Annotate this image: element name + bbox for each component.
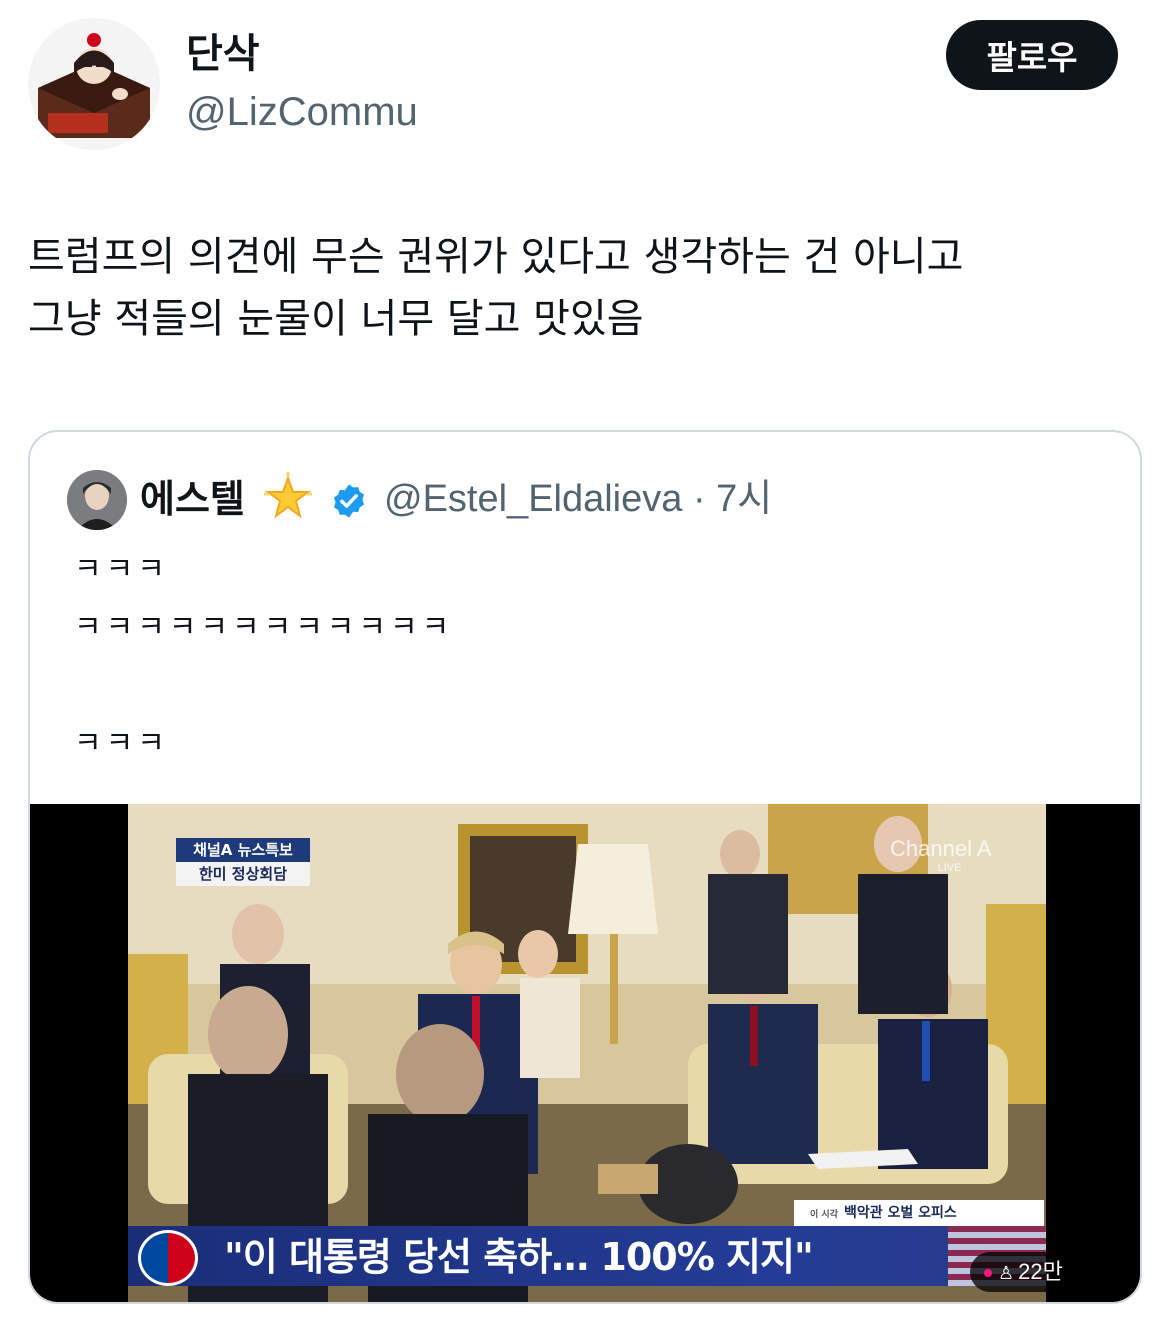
location-badge: 이 시각 백악관 오벌 오피스	[794, 1200, 1044, 1226]
glowing-star-icon	[262, 472, 314, 524]
quoted-tweet-card[interactable]: 에스텔 @Estel_Eldalieva · 7시 ㅋㅋㅋ ㅋㅋㅋㅋㅋㅋㅋㅋㅋㅋ…	[28, 430, 1142, 1304]
author-handle[interactable]: @LizCommu	[186, 88, 418, 136]
view-count: 22만	[1018, 1259, 1063, 1284]
channel-tag: 채널A 뉴스특보	[176, 838, 310, 862]
view-count-pill[interactable]: ♙ 22만	[970, 1252, 1088, 1292]
location-text: 백악관 오벌 오피스	[843, 1205, 957, 1221]
video-frame[interactable]: 채널A 뉴스특보 한미 정상회담 Channel A LIVE 이 시각 백악관 …	[128, 804, 1046, 1302]
location-prefix: 이 시각	[810, 1210, 838, 1220]
quoted-author-name: 에스텔	[140, 477, 245, 521]
quoted-text-line: ㅋㅋㅋ	[74, 552, 169, 587]
avatar-image	[28, 18, 160, 150]
person-icon: ♙	[998, 1263, 1015, 1283]
quoted-author-handle: @Estel_Eldalieva · 7시	[384, 478, 773, 520]
verified-badge-icon	[330, 482, 368, 520]
quoted-text-line: ㅋㅋㅋ	[74, 726, 169, 761]
author-display-name[interactable]: 단삭	[186, 30, 260, 78]
tweet-line: 그냥 적들의 눈물이 너무 달고 맛있음	[28, 296, 644, 342]
follow-button[interactable]: 팔로우	[946, 20, 1118, 90]
tweet-line: 트럼프의 의견에 무슨 권위가 있다고 생각하는 건 아니고	[28, 234, 964, 280]
taegeuk-logo-icon	[138, 1230, 198, 1286]
watermark-live: LIVE	[937, 862, 962, 874]
quoted-author-avatar	[67, 470, 127, 530]
tweet-text: 트럼프의 의견에 무슨 권위가 있다고 생각하는 건 아니고 그냥 적들의 눈물…	[28, 226, 1142, 350]
author-avatar[interactable]	[28, 18, 160, 150]
watermark-text: Channel A	[890, 836, 992, 861]
video-player[interactable]: 채널A 뉴스특보 한미 정상회담 Channel A LIVE 이 시각 백악관 …	[30, 804, 1140, 1302]
live-dot-icon	[984, 1269, 992, 1278]
quoted-text-line: ㅋㅋㅋㅋㅋㅋㅋㅋㅋㅋㅋㅋ	[74, 610, 454, 645]
channel-watermark: Channel A LIVE	[890, 836, 992, 874]
segment-tag: 한미 정상회담	[176, 862, 310, 886]
news-headline: "이 대통령 당선 축하… 100% 지지"	[224, 1235, 814, 1279]
